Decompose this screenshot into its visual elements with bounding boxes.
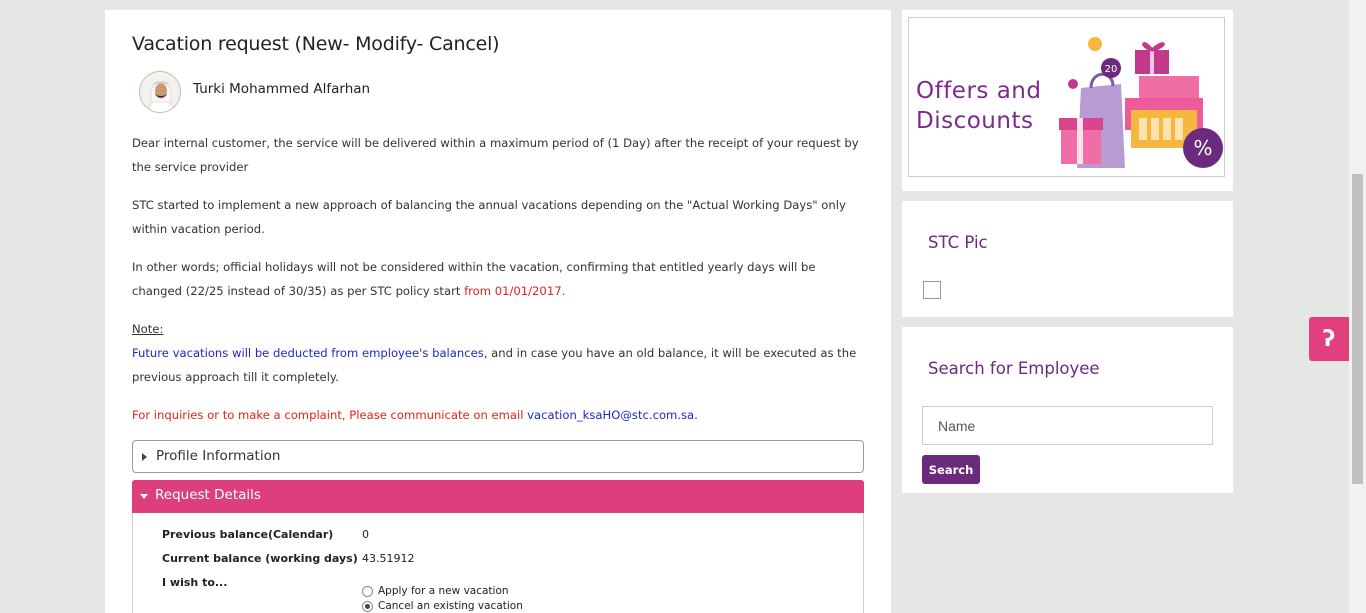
inquiry-paragraph: For inquiries or to make a complaint, Pl…	[132, 403, 862, 427]
email-link[interactable]: vacation_ksaHO@stc.com.sa	[527, 408, 694, 422]
offers-line-2: Discounts	[916, 108, 1034, 134]
offers-banner-card: Offers and Discounts % 20	[902, 10, 1233, 191]
caret-down-icon	[140, 494, 148, 499]
radio-apply-new-vacation[interactable]: Apply for a new vacation	[362, 585, 509, 597]
wish-label: I wish to...	[162, 576, 228, 589]
offers-line-1: Offers and	[916, 78, 1042, 104]
previous-balance-value: 0	[362, 528, 369, 541]
request-details-label: Request Details	[155, 487, 261, 503]
offers-banner[interactable]: Offers and Discounts % 20	[908, 17, 1225, 177]
help-button[interactable]: ʔ	[1309, 317, 1349, 361]
caret-right-icon	[142, 453, 147, 461]
policy-start-date: from 01/01/2017.	[464, 284, 566, 298]
offers-banner-text: Offers and Discounts	[916, 76, 1041, 136]
note-highlight: Future vacations will be deducted from e…	[132, 346, 484, 360]
svg-text:%: %	[1193, 136, 1212, 160]
vacation-request-card: Vacation request (New- Modify- Cancel) T…	[105, 10, 891, 613]
stc-pic-card: STC Pic	[902, 201, 1233, 317]
user-name: Turki Mohammed Alfarhan	[193, 81, 371, 97]
profile-information-accordion[interactable]: Profile Information	[132, 440, 864, 473]
person-photo-icon	[140, 72, 180, 112]
name-search-input[interactable]	[922, 406, 1213, 445]
question-mark-icon: ʔ	[1322, 326, 1336, 352]
note-label: Note:	[132, 322, 164, 336]
email-period: .	[694, 408, 698, 422]
radio-cancel-existing-vacation[interactable]: Cancel an existing vacation	[362, 600, 523, 612]
note-paragraph: Note: Future vacations will be deducted …	[132, 317, 862, 389]
request-details-accordion[interactable]: Request Details	[132, 480, 864, 513]
stc-pic-title: STC Pic	[928, 233, 988, 252]
current-balance-value: 43.51912	[362, 552, 415, 565]
radio-label: Apply for a new vacation	[378, 585, 509, 597]
profile-information-label: Profile Information	[156, 448, 281, 464]
search-employee-card: Search for Employee Search	[902, 327, 1233, 493]
gift-shopping-icon: % 20	[1059, 37, 1223, 168]
radio-button[interactable]	[362, 585, 373, 597]
search-button[interactable]: Search	[922, 455, 980, 484]
page-title: Vacation request (New- Modify- Cancel)	[132, 33, 500, 55]
scrollbar-thumb[interactable]	[1352, 174, 1363, 484]
page-scrollbar[interactable]	[1349, 0, 1366, 613]
svg-text:20: 20	[1105, 64, 1118, 75]
avatar	[139, 71, 181, 113]
radio-label: Cancel an existing vacation	[378, 600, 523, 612]
radio-button-checked[interactable]	[362, 600, 373, 612]
current-balance-label: Current balance (working days)	[162, 552, 358, 565]
previous-balance-label: Previous balance(Calendar)	[162, 528, 334, 541]
search-employee-title: Search for Employee	[928, 359, 1100, 378]
holidays-notice: In other words; official holidays will n…	[132, 255, 862, 303]
inquiry-text: For inquiries or to make a complaint, Pl…	[132, 408, 528, 422]
balance-approach-notice: STC started to implement a new approach …	[132, 198, 846, 236]
service-notice: Dear internal customer, the service will…	[132, 136, 859, 174]
stc-pic-image[interactable]	[923, 281, 941, 299]
